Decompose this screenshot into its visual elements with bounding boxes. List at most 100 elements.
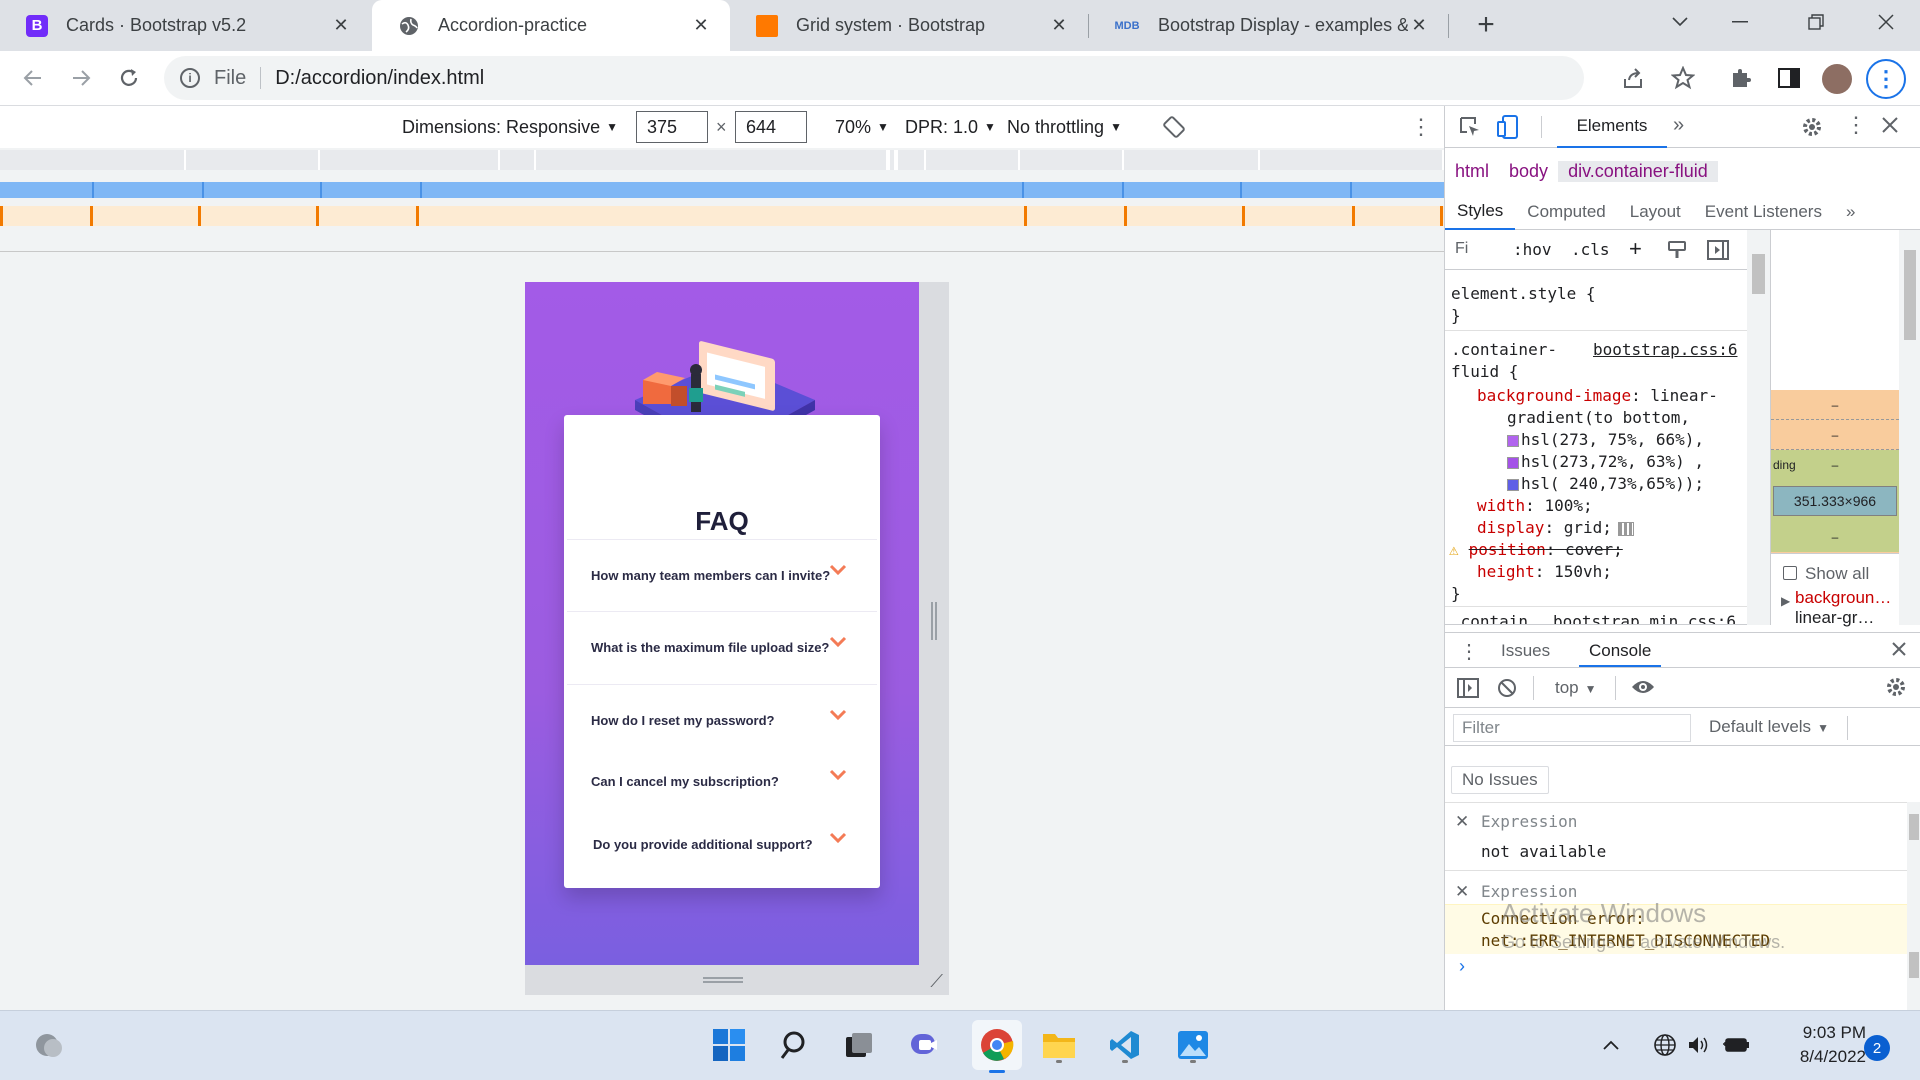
color-swatch[interactable] bbox=[1507, 478, 1519, 491]
inspect-element-icon[interactable] bbox=[1459, 116, 1481, 143]
battery-icon[interactable] bbox=[1722, 1024, 1752, 1066]
close-icon[interactable]: ✕ bbox=[690, 15, 712, 36]
remove-expression-icon[interactable]: ✕ bbox=[1455, 882, 1469, 902]
tab-console[interactable]: Console bbox=[1579, 633, 1662, 667]
tab-grid-system[interactable]: Grid system · Bootstrap ✕ bbox=[730, 0, 1088, 51]
extensions-icon[interactable] bbox=[1722, 59, 1760, 97]
language-globe-icon[interactable] bbox=[1650, 1024, 1680, 1066]
info-icon[interactable]: i bbox=[180, 68, 200, 88]
system-clock[interactable]: 9:03 PM 8/4/2022 bbox=[1766, 1021, 1866, 1069]
breadcrumb-html[interactable]: html bbox=[1445, 161, 1499, 182]
rotate-icon[interactable] bbox=[1162, 106, 1186, 148]
file-explorer-icon[interactable] bbox=[1038, 1024, 1080, 1066]
address-bar[interactable]: i File D:/accordion/index.html bbox=[164, 56, 1584, 100]
dpr-select[interactable]: DPR: 1.0 ▼ bbox=[905, 106, 996, 148]
close-icon[interactable]: ✕ bbox=[1408, 15, 1430, 36]
sidebar-toggle-icon[interactable] bbox=[1707, 240, 1729, 264]
tab-cards-bootstrap[interactable]: B Cards · Bootstrap v5.2 ✕ bbox=[0, 0, 370, 51]
breadcrumb-body[interactable]: body bbox=[1499, 161, 1558, 182]
expand-triangle-icon[interactable]: ▶ bbox=[1781, 594, 1790, 608]
dimensions-select[interactable]: Dimensions: Responsive ▼ bbox=[402, 106, 618, 148]
resize-corner-icon[interactable]: ⟋ bbox=[930, 971, 943, 992]
more-tabs-icon[interactable]: » bbox=[1834, 194, 1867, 230]
accordion-item[interactable]: How do I reset my password? bbox=[567, 684, 877, 747]
expression-label[interactable]: Expression bbox=[1481, 812, 1577, 831]
tab-computed[interactable]: Computed bbox=[1515, 194, 1617, 230]
new-rule-icon[interactable]: + bbox=[1629, 236, 1642, 262]
back-icon[interactable] bbox=[14, 59, 52, 97]
tab-layout[interactable]: Layout bbox=[1618, 194, 1693, 230]
width-value[interactable]: 375 bbox=[636, 111, 708, 143]
grid-badge-icon[interactable] bbox=[1617, 521, 1634, 536]
tab-accordion-practice[interactable]: Accordion-practice ✕ bbox=[372, 0, 730, 51]
more-tabs-icon[interactable]: » bbox=[1673, 114, 1684, 137]
more-options-icon[interactable]: ⋮ bbox=[1410, 106, 1432, 148]
drawer-menu-icon[interactable]: ⋮ bbox=[1459, 639, 1479, 664]
accordion-item[interactable]: Do you provide additional support? bbox=[567, 810, 877, 882]
eye-icon[interactable] bbox=[1631, 678, 1655, 701]
reload-icon[interactable] bbox=[110, 59, 148, 97]
side-panel-icon[interactable] bbox=[1770, 59, 1808, 97]
share-icon[interactable] bbox=[1614, 59, 1652, 97]
cls-toggle[interactable]: .cls bbox=[1571, 240, 1610, 259]
chat-icon[interactable] bbox=[904, 1024, 946, 1066]
console-settings-icon[interactable] bbox=[1885, 676, 1907, 703]
css-source-link[interactable]: bootstrap.min.css:6 bbox=[1553, 612, 1736, 624]
console-filter-input[interactable]: Filter bbox=[1453, 714, 1691, 742]
media-query-bar-min[interactable] bbox=[0, 206, 1444, 226]
search-icon[interactable] bbox=[774, 1024, 816, 1066]
accordion-item[interactable]: How many team members can I invite? bbox=[567, 539, 877, 611]
tab-issues[interactable]: Issues bbox=[1501, 641, 1550, 661]
close-devtools-icon[interactable] bbox=[1881, 116, 1899, 139]
log-levels-select[interactable]: Default levels ▼ bbox=[1709, 717, 1829, 737]
remove-expression-icon[interactable]: ✕ bbox=[1455, 812, 1469, 832]
close-icon[interactable]: ✕ bbox=[330, 15, 352, 36]
tab-search-icon[interactable] bbox=[1650, 0, 1710, 44]
throttling-select[interactable]: No throttling ▼ bbox=[1007, 106, 1122, 148]
volume-icon[interactable] bbox=[1684, 1024, 1714, 1066]
vscode-icon[interactable] bbox=[1104, 1024, 1146, 1066]
console-sidebar-icon[interactable] bbox=[1457, 678, 1479, 703]
new-tab-button[interactable]: + bbox=[1468, 8, 1504, 44]
minimize-icon[interactable] bbox=[1710, 0, 1770, 44]
resize-handle-bottom[interactable]: ⟋ bbox=[525, 965, 949, 995]
close-icon[interactable]: ✕ bbox=[1048, 15, 1070, 36]
notification-badge[interactable]: 2 bbox=[1864, 1035, 1890, 1061]
task-view-icon[interactable] bbox=[838, 1024, 880, 1066]
device-toggle-icon[interactable] bbox=[1497, 114, 1521, 145]
no-issues-button[interactable]: No Issues bbox=[1451, 766, 1549, 794]
tab-elements[interactable]: Elements bbox=[1557, 106, 1667, 148]
box-model-scrollbar[interactable] bbox=[1899, 230, 1920, 625]
zoom-select[interactable]: 70% ▼ bbox=[835, 106, 889, 148]
devtools-menu-icon[interactable]: ⋮ bbox=[1845, 112, 1867, 138]
show-all-checkbox[interactable] bbox=[1783, 566, 1797, 580]
media-query-bar-max[interactable] bbox=[0, 150, 1444, 170]
context-select[interactable]: top ▼ bbox=[1555, 678, 1597, 698]
color-swatch[interactable] bbox=[1507, 456, 1519, 469]
height-value[interactable]: 644 bbox=[735, 111, 807, 143]
width-input[interactable]: 375 bbox=[636, 106, 708, 148]
photos-icon[interactable] bbox=[1172, 1024, 1214, 1066]
avatar[interactable] bbox=[1822, 64, 1852, 94]
paint-icon[interactable] bbox=[1667, 240, 1687, 264]
css-source-link[interactable]: bootstrap.css:6 bbox=[1593, 340, 1738, 359]
console-prompt[interactable]: › bbox=[1459, 956, 1465, 977]
height-input[interactable]: 644 bbox=[735, 106, 807, 148]
tab-bootstrap-display[interactable]: MDB Bootstrap Display - examples & t ✕ bbox=[1088, 0, 1448, 51]
chrome-menu-icon[interactable]: ⋮ bbox=[1866, 59, 1906, 99]
resize-handle-right[interactable] bbox=[919, 282, 949, 965]
accordion-item[interactable]: Can I cancel my subscription? bbox=[567, 747, 877, 810]
console-scrollbar[interactable] bbox=[1907, 802, 1920, 1010]
styles-filter-input[interactable]: Fi bbox=[1455, 240, 1468, 258]
url-text[interactable]: D:/accordion/index.html bbox=[275, 67, 484, 90]
bookmark-star-icon[interactable] bbox=[1664, 59, 1702, 97]
weather-icon[interactable] bbox=[28, 1024, 70, 1066]
tab-event-listeners[interactable]: Event Listeners bbox=[1693, 194, 1834, 230]
media-query-bar-minmax[interactable] bbox=[0, 182, 1444, 198]
chrome-taskbar-icon[interactable] bbox=[972, 1020, 1022, 1073]
restore-icon[interactable] bbox=[1786, 0, 1846, 44]
color-swatch[interactable] bbox=[1507, 434, 1519, 447]
tab-styles[interactable]: Styles bbox=[1445, 194, 1516, 230]
styles-scrollbar[interactable] bbox=[1747, 230, 1770, 625]
start-icon[interactable] bbox=[708, 1024, 750, 1066]
